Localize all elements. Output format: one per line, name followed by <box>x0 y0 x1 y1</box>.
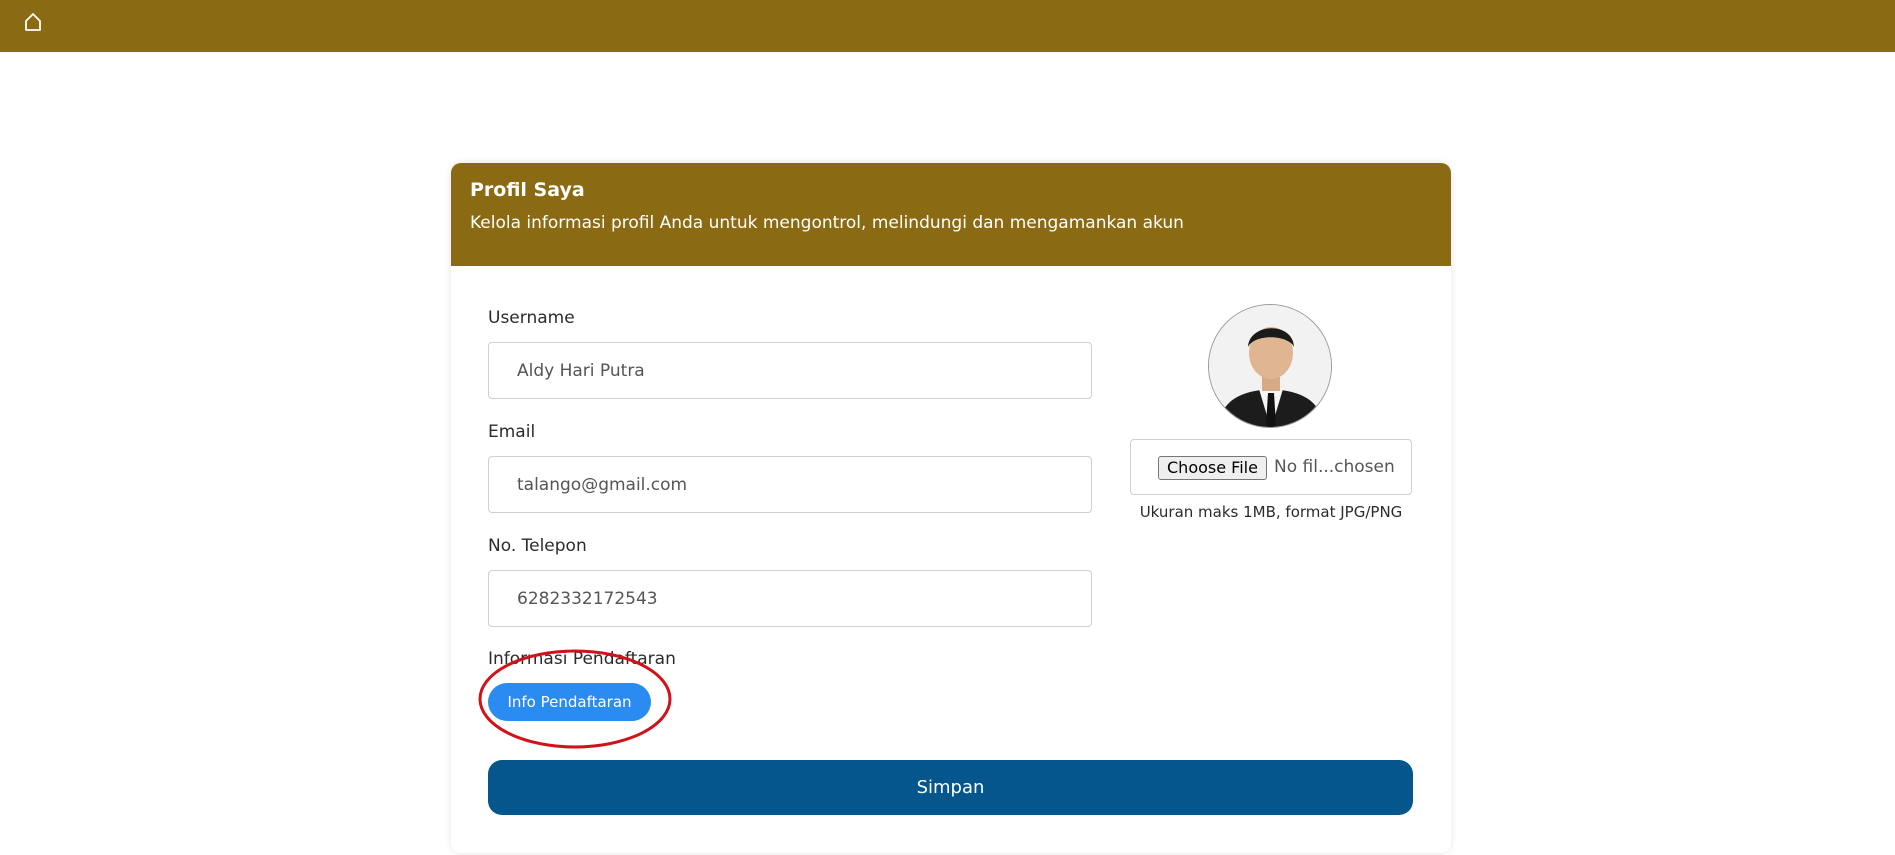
email-input[interactable] <box>488 456 1092 513</box>
email-label: Email <box>488 422 536 442</box>
phone-label: No. Telepon <box>488 536 587 556</box>
page-subtitle: Kelola informasi profil Anda untuk mengo… <box>470 213 1184 233</box>
file-size-hint: Ukuran maks 1MB, format JPG/PNG <box>1139 503 1403 521</box>
profile-card-header: Profil Saya Kelola informasi profil Anda… <box>451 163 1451 266</box>
page-title: Profil Saya <box>470 179 585 201</box>
top-navbar <box>0 0 1895 52</box>
info-pendaftaran-button[interactable]: Info Pendaftaran <box>488 683 651 721</box>
profile-card: Profil Saya Kelola informasi profil Anda… <box>451 163 1451 853</box>
save-button[interactable]: Simpan <box>488 760 1413 815</box>
registration-info-label: Informasi Pendaftaran <box>488 649 676 669</box>
profile-photo <box>1209 305 1331 427</box>
choose-file-button[interactable]: Choose File <box>1158 456 1267 480</box>
avatar <box>1208 304 1332 428</box>
home-icon-glyph <box>25 13 41 31</box>
home-icon[interactable] <box>24 12 42 34</box>
phone-input[interactable] <box>488 570 1092 627</box>
username-input[interactable] <box>488 342 1092 399</box>
photo-file-input[interactable]: Choose File No fil...chosen <box>1130 439 1412 495</box>
file-status: No fil...chosen <box>1274 457 1395 477</box>
username-label: Username <box>488 308 575 328</box>
